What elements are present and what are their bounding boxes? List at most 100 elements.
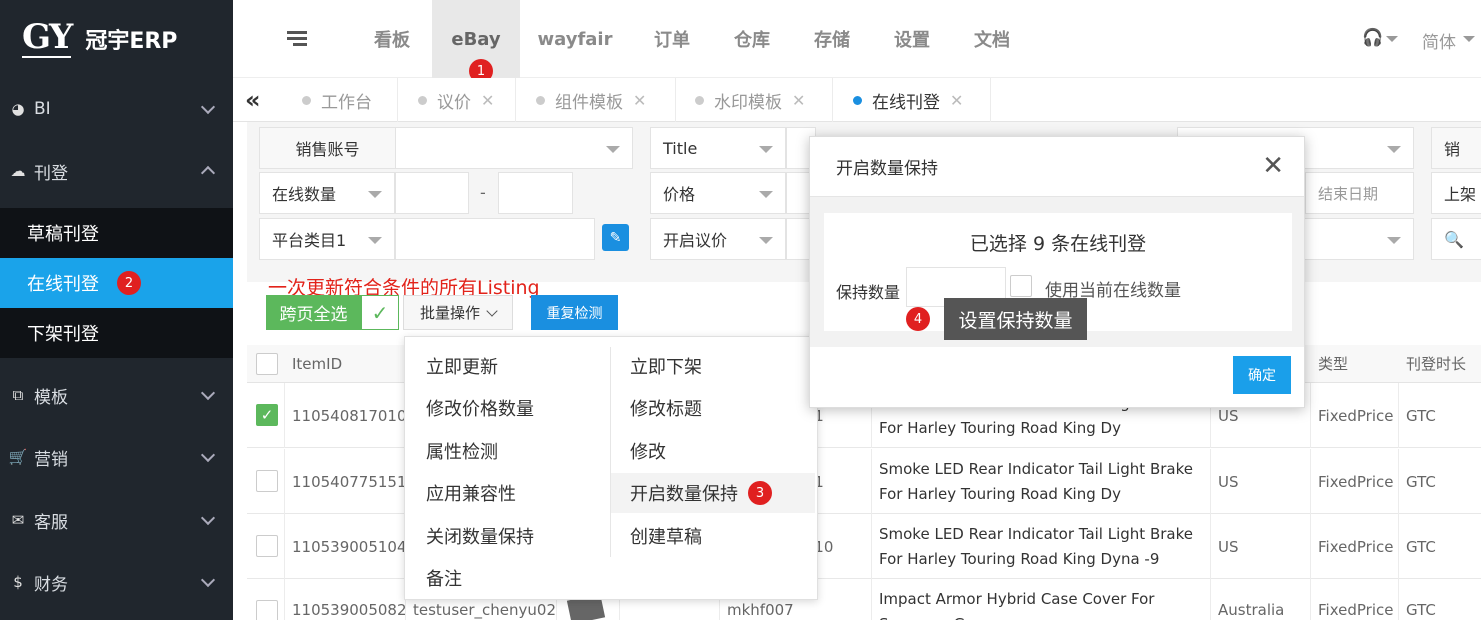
close-icon[interactable]: ✕ [481,91,494,110]
menu-toggle-icon[interactable] [287,31,307,49]
sidebar-item-finance[interactable]: $ 财务 [0,551,233,613]
sidebar-item-label: 模板 [34,387,68,408]
sidebar-item-service[interactable]: ✉ 客服 [0,489,233,551]
batch-label: 批量操作 [419,304,480,322]
selected-count-text: 已选择 9 条在线刊登 [969,233,1147,255]
sidebar-subitem-delisted[interactable]: 下架刊登 [0,308,233,358]
confirm-button[interactable]: 确定 [1233,356,1291,394]
caret-down-icon [759,146,773,153]
cell-type: FixedPrice [1318,601,1394,619]
end-date-input[interactable]: 结束日期 [1305,172,1414,214]
tab-dot-icon [302,95,311,105]
open-bargain-select[interactable]: 开启议价 [650,218,786,260]
topnav-storage[interactable]: 存储 [800,0,864,78]
filter-select-2[interactable] [1300,218,1414,260]
row-checkbox[interactable] [256,600,278,620]
edit-icon[interactable]: ✎ [602,224,629,251]
menu-item-note[interactable]: 备注 [426,558,462,598]
topnav-wayfair[interactable]: wayfair [530,0,620,78]
sidebar-subitem-draft[interactable]: 草稿刊登 [0,208,233,258]
sales-account-select[interactable] [395,127,633,169]
use-current-qty-checkbox[interactable] [1010,275,1032,297]
check-icon[interactable]: ✓ [361,295,399,330]
cell-title[interactable]: Smoke LED Rear Indicator Tail Light Brak… [871,449,1211,514]
chevron-down-icon [200,572,216,588]
menu-item-create-draft[interactable]: 创建草稿 [630,516,702,556]
menu-item-edit[interactable]: 修改 [630,431,666,471]
logo[interactable]: GY 冠宇ERP [0,0,233,78]
cell-duration: GTC [1406,537,1436,556]
keep-qty-label: 保持数量 [836,283,901,302]
tab-label: 在线刊登 [872,92,940,113]
logo-text: 冠宇ERP [85,29,178,54]
cell-title[interactable]: Impact Armor Hybrid Case Cover For Samsu… [871,579,1211,620]
batch-operation-button[interactable]: 批量操作 [403,295,513,330]
row-checkbox[interactable]: ✓ [256,404,278,426]
recheck-button[interactable]: 重复检测 [531,295,618,330]
price-select[interactable]: 价格 [650,172,786,214]
cell-title[interactable]: Smoke LED Rear Indicator Tail Light Brak… [871,514,1211,579]
language-select[interactable]: 简体 [1422,28,1456,53]
menu-item-update-now[interactable]: 立即更新 [426,346,498,386]
headset-icon[interactable]: 🎧 [1362,28,1383,48]
search-button[interactable]: 🔍 [1431,218,1481,260]
tab-watermark-template[interactable]: 水印模板 ✕ [681,78,833,122]
topnav-warehouse[interactable]: 仓库 [720,0,784,78]
sidebar-item-bi[interactable]: ◕ BI [0,78,233,140]
row-checkbox[interactable] [256,535,278,557]
topnav-dashboard[interactable]: 看板 [352,0,432,78]
header-itemid: ItemID [292,354,343,373]
listed-select[interactable]: 上架 [1431,172,1481,214]
sidebar-item-label: 营销 [34,449,68,470]
close-icon[interactable]: ✕ [633,91,646,110]
tab-workbench[interactable]: 工作台 [288,78,398,122]
modal-title: 开启数量保持 [836,159,938,179]
cell-type: FixedPrice [1318,472,1394,491]
menu-item-delist-now[interactable]: 立即下架 [630,346,702,386]
tab-bargain[interactable]: 议价 ✕ [404,78,516,122]
tab-label: 组件模板 [555,92,623,113]
online-qty-select[interactable]: 在线数量 [259,172,395,214]
tab-component-template[interactable]: 组件模板 ✕ [522,78,676,122]
close-icon[interactable]: ✕ [792,91,805,110]
close-icon[interactable]: ✕ [1262,151,1284,181]
cell-itemid: 110540817010 [292,406,407,425]
sidebar-item-marketing[interactable]: 🛒 营销 [0,426,233,488]
menu-item-edit-price-qty[interactable]: 修改价格数量 [426,388,534,428]
select-value: 平台类目1 [272,231,347,250]
topnav-orders[interactable]: 订单 [640,0,704,78]
online-qty-min-input[interactable] [395,172,469,214]
close-icon[interactable]: ✕ [950,91,963,110]
caret-down-icon[interactable] [1463,36,1475,42]
range-dash: - [480,183,486,202]
cell-type: FixedPrice [1318,406,1394,425]
topnav-settings[interactable]: 设置 [880,0,944,78]
collapse-tabs-icon[interactable]: « [245,86,261,114]
platform-category-input[interactable] [395,218,595,260]
caret-down-icon[interactable] [1386,36,1398,42]
title-select[interactable]: Title [650,127,786,169]
sidebar-item-template[interactable]: ⧉ 模板 [0,364,233,426]
sidebar-item-listing[interactable]: ☁ 刊登 [0,140,233,202]
select-all-pages-button[interactable]: 跨页全选 [266,295,361,330]
qty-keep-modal: 开启数量保持 ✕ 已选择 9 条在线刊登 保持数量 使用当前在线数量 确定 [809,136,1305,408]
sales-account-label: 销售账号 [259,127,396,169]
chevron-down-icon [200,99,216,115]
select-all-checkbox[interactable] [256,353,278,375]
mail-icon: ✉ [11,511,25,529]
chevron-up-icon [200,165,216,181]
tab-online-listing[interactable]: 在线刊登 ✕ [839,78,991,122]
platform-category-select[interactable]: 平台类目1 [259,218,395,260]
menu-item-attribute-check[interactable]: 属性检测 [426,431,498,471]
online-qty-max-input[interactable] [498,172,573,214]
menu-item-compatibility[interactable]: 应用兼容性 [426,473,516,513]
chevron-down-icon [486,304,498,317]
menu-item-close-qty-keep[interactable]: 关闭数量保持 [426,516,534,556]
row-checkbox[interactable] [256,470,278,492]
header-duration: 刊登时长 [1406,355,1467,373]
menu-item-edit-title[interactable]: 修改标题 [630,388,702,428]
tab-label: 议价 [437,92,471,113]
menu-item-open-qty-keep[interactable]: 开启数量保持 3 [611,473,815,513]
topnav-docs[interactable]: 文档 [960,0,1024,78]
sidebar-subitem-online[interactable]: 在线刊登 2 [0,258,233,308]
